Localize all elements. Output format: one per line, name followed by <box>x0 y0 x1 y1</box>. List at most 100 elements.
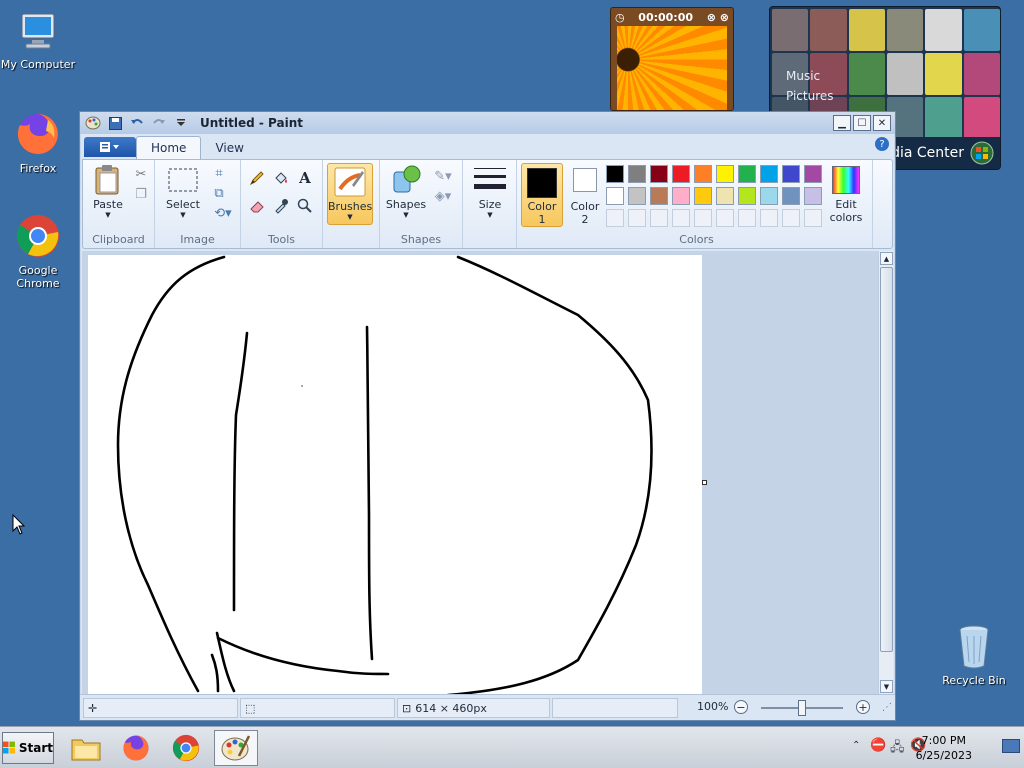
help-button[interactable]: ? <box>875 137 889 151</box>
scroll-up-button[interactable]: ▲ <box>880 252 893 265</box>
magnifier-icon[interactable] <box>295 196 315 216</box>
color-swatch[interactable] <box>694 165 712 183</box>
color-swatch[interactable] <box>738 187 756 205</box>
color-swatch[interactable] <box>804 165 822 183</box>
select-button[interactable]: Select ▼ <box>161 164 205 219</box>
show-desktop-icon[interactable] <box>1002 739 1020 753</box>
color1-button[interactable]: Color 1 <box>521 163 563 227</box>
color-swatch[interactable] <box>738 165 756 183</box>
color-swatch[interactable] <box>650 187 668 205</box>
color-swatch[interactable] <box>628 165 646 183</box>
custom-color-swatch[interactable] <box>760 209 778 227</box>
custom-color-swatch[interactable] <box>628 209 646 227</box>
start-button[interactable]: Start <box>2 732 54 764</box>
custom-color-swatch[interactable] <box>650 209 668 227</box>
color-swatch[interactable] <box>760 187 778 205</box>
scroll-down-button[interactable]: ▼ <box>880 680 893 693</box>
fill-icon[interactable] <box>271 168 291 188</box>
color-swatch[interactable] <box>628 187 646 205</box>
cut-icon[interactable]: ✂ <box>131 164 151 184</box>
color-swatch[interactable] <box>760 165 778 183</box>
app-menu-button[interactable] <box>84 137 136 157</box>
copy-icon[interactable]: ❐ <box>131 184 151 204</box>
selection-size-icon: ⬚ <box>245 701 256 715</box>
maximize-button[interactable]: ☐ <box>853 115 871 131</box>
taskbar-firefox[interactable] <box>114 730 158 766</box>
desktop-icon-recycle-bin[interactable]: Recycle Bin <box>934 624 1014 687</box>
custom-color-swatch[interactable] <box>672 209 690 227</box>
color-swatch[interactable] <box>650 165 668 183</box>
gadget-flower-photo <box>617 26 727 110</box>
paste-button[interactable]: Paste ▼ <box>87 164 129 219</box>
minimize-button[interactable]: ▁ <box>833 115 851 131</box>
color-swatch[interactable] <box>694 187 712 205</box>
taskbar-clock[interactable]: 7:00 PM 6/25/2023 <box>916 733 972 763</box>
save-icon[interactable] <box>106 115 124 131</box>
tab-view[interactable]: View <box>201 137 257 159</box>
vertical-scrollbar[interactable]: ▲ ▼ <box>878 251 893 694</box>
brushes-button[interactable]: Brushes ▼ <box>327 163 373 225</box>
computer-icon <box>21 13 55 49</box>
desktop-icon-firefox[interactable]: Firefox <box>0 110 78 175</box>
eraser-icon[interactable] <box>247 196 267 216</box>
color-swatch[interactable] <box>782 187 800 205</box>
tray-network-icon[interactable]: 🖧 <box>890 738 905 760</box>
zoom-slider-thumb[interactable] <box>798 700 806 716</box>
custom-color-swatch[interactable] <box>738 209 756 227</box>
pencil-icon[interactable] <box>247 168 267 188</box>
media-center-pictures-label[interactable]: Pictures <box>786 89 834 103</box>
color2-button[interactable]: Color 2 <box>565 166 605 226</box>
color-swatch[interactable] <box>672 165 690 183</box>
custom-color-swatch[interactable] <box>606 209 624 227</box>
qat-dropdown-icon[interactable] <box>172 115 190 131</box>
resize-grip-icon[interactable]: ⋰ <box>882 702 892 713</box>
paint-window[interactable]: Untitled - Paint ▁ ☐ ✕ Home View ? Paste <box>79 111 896 721</box>
paste-dropdown-icon: ▼ <box>105 211 111 219</box>
canvas-area[interactable] <box>82 251 878 694</box>
undo-icon[interactable] <box>128 115 146 131</box>
zoom-out-button[interactable]: − <box>734 700 748 714</box>
gadget-controls-icon[interactable]: ⊗ ⊗ <box>707 11 729 24</box>
custom-color-swatch[interactable] <box>694 209 712 227</box>
outline-icon[interactable]: ✎▾ <box>430 166 456 186</box>
color-swatch[interactable] <box>606 165 624 183</box>
desktop-icon-my-computer[interactable]: My Computer <box>0 10 78 71</box>
tab-home[interactable]: Home <box>136 136 202 159</box>
tray-network-warning-icon[interactable]: ⛔ <box>870 738 886 753</box>
clock-gadget[interactable]: ◷ 00:00:00 ⊗ ⊗ <box>610 7 734 111</box>
color-picker-icon[interactable] <box>271 196 291 216</box>
color-swatch[interactable] <box>716 165 734 183</box>
shape-fill-icon[interactable]: ◈▾ <box>430 186 456 206</box>
custom-color-swatch[interactable] <box>716 209 734 227</box>
tray-expand-icon[interactable]: ⌃ <box>852 740 860 751</box>
text-icon[interactable]: A <box>295 168 315 188</box>
paint-app-icon[interactable] <box>84 115 102 131</box>
edit-colors-button[interactable]: Edit colors <box>824 164 868 224</box>
rotate-icon[interactable]: ⟲▾ <box>211 203 235 223</box>
title-bar[interactable]: Untitled - Paint ▁ ☐ ✕ <box>80 112 895 134</box>
media-center-music-label[interactable]: Music <box>786 69 820 83</box>
select-rectangle-icon <box>167 164 199 196</box>
zoom-in-button[interactable]: + <box>856 700 870 714</box>
desktop-icon-chrome[interactable]: Google Chrome <box>0 212 78 290</box>
taskbar-chrome[interactable] <box>164 730 208 766</box>
color-swatch[interactable] <box>672 187 690 205</box>
paint-palette-icon <box>221 735 251 761</box>
custom-color-swatch[interactable] <box>782 209 800 227</box>
resize-icon[interactable]: ⧉ <box>209 183 229 203</box>
drawing-canvas[interactable] <box>88 255 702 694</box>
close-button[interactable]: ✕ <box>873 115 891 131</box>
color-swatch[interactable] <box>606 187 624 205</box>
size-button[interactable]: Size ▼ <box>469 164 511 219</box>
color-swatch[interactable] <box>804 187 822 205</box>
taskbar-explorer[interactable] <box>64 730 108 766</box>
color-swatch[interactable] <box>716 187 734 205</box>
taskbar-paint[interactable] <box>214 730 258 766</box>
shapes-button[interactable]: Shapes ▼ <box>384 164 428 219</box>
canvas-resize-handle[interactable] <box>702 480 707 485</box>
crop-icon[interactable]: ⌗ <box>209 163 229 183</box>
scroll-thumb[interactable] <box>880 267 893 652</box>
custom-color-swatch[interactable] <box>804 209 822 227</box>
redo-icon[interactable] <box>150 115 168 131</box>
color-swatch[interactable] <box>782 165 800 183</box>
